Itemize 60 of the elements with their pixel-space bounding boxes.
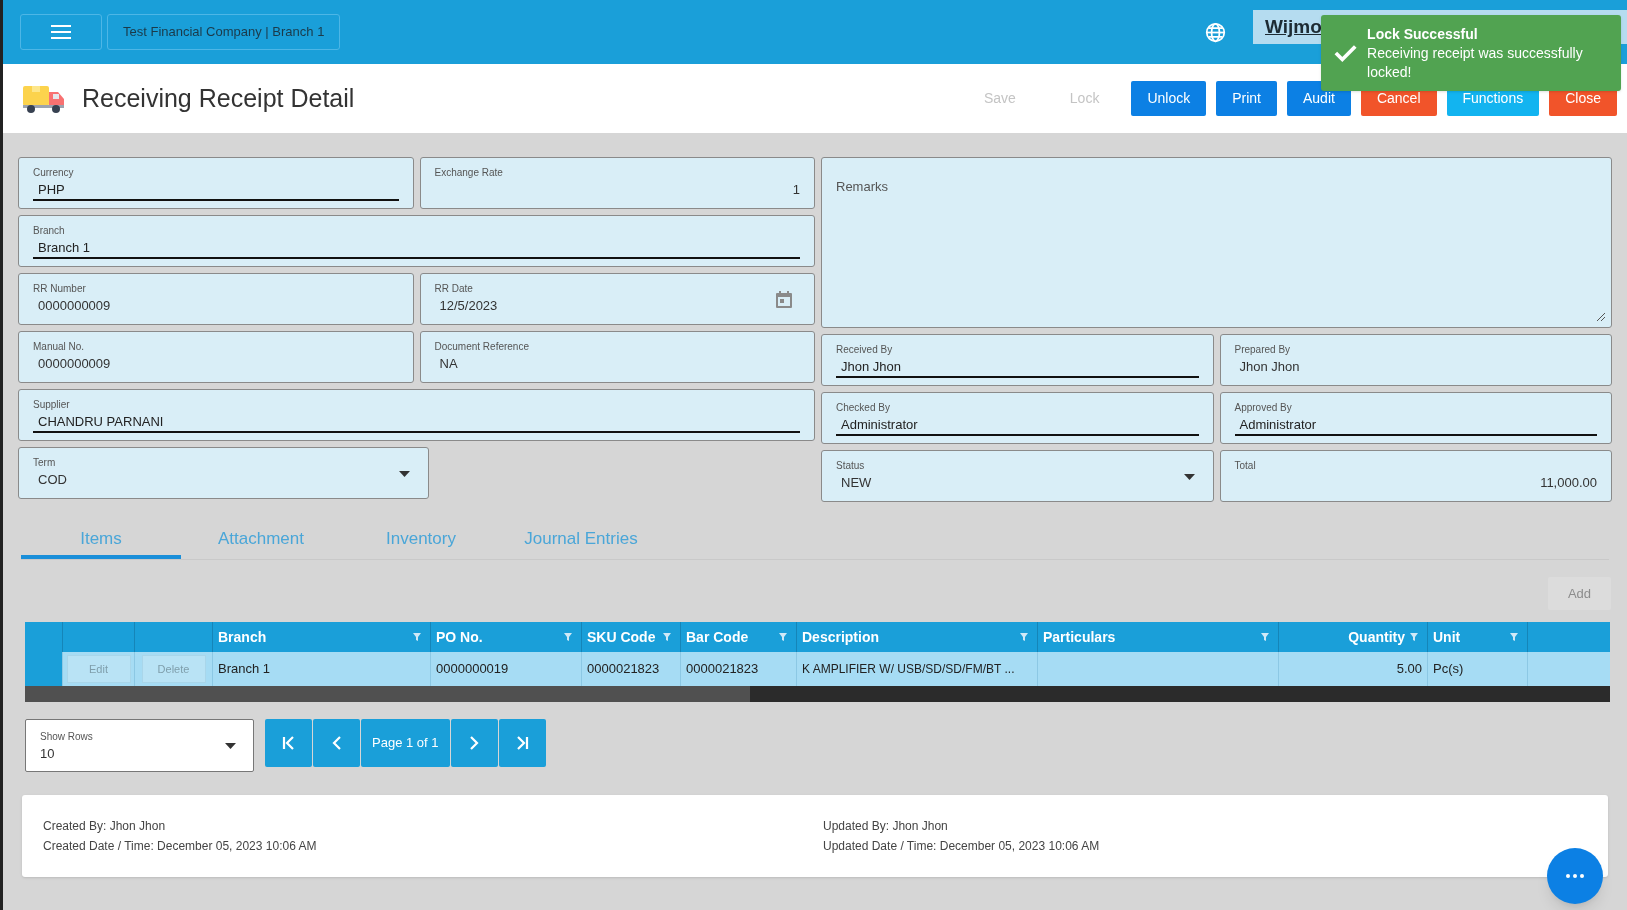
last-page-icon	[515, 736, 529, 750]
next-page-icon	[467, 736, 481, 750]
audit-text: Updated By: Jhon Jhon	[823, 818, 949, 835]
dropdown[interactable]: Show Rows 10	[25, 719, 254, 772]
last-page-button[interactable]	[498, 719, 546, 767]
filter-icon[interactable]	[413, 633, 421, 641]
page-title: Receiving Receipt Detail	[82, 82, 355, 114]
filter-icon[interactable]	[1410, 633, 1418, 641]
input-field[interactable]: Received By Jhon Jhon	[821, 334, 1214, 386]
first-page-button[interactable]	[265, 719, 312, 767]
dropdown[interactable]: Status NEW	[821, 450, 1214, 502]
input-field[interactable]: Approved By Administrator	[1219, 392, 1612, 444]
caret-icon	[398, 471, 410, 477]
row-button[interactable]: Delete	[141, 655, 206, 683]
date-field[interactable]: RR Date 12/5/2023	[419, 273, 815, 325]
input-field[interactable]: Document Reference NA	[419, 331, 815, 383]
more-icon	[1566, 874, 1584, 878]
input-field[interactable]: Prepared By Jhon Jhon	[1219, 334, 1612, 386]
toolbar-button[interactable]: Print	[1216, 81, 1277, 116]
dropdown[interactable]: Term COD	[18, 447, 429, 499]
company-button[interactable]: Test Financial Company | Branch 1	[107, 14, 341, 50]
menu-button[interactable]	[20, 14, 102, 50]
row-button[interactable]: Edit	[66, 655, 131, 683]
input-field[interactable]: Exchange Rate 1	[419, 157, 815, 209]
globe-icon[interactable]	[1205, 21, 1226, 43]
input-field[interactable]: Currency PHP	[18, 157, 414, 209]
page-indicator: Page 1 of 1	[361, 719, 450, 767]
input-field[interactable]: Branch Branch 1	[18, 215, 815, 267]
input-field[interactable]: Checked By Administrator	[821, 392, 1214, 444]
filter-icon[interactable]	[779, 633, 787, 641]
table-row[interactable]: Edit Delete Branch 1 0000000019 0000021823 0000021823 K AMPLIFIER W/ USB/SD/SD/FM/BT ... 5.00 Pc(s)	[25, 652, 1610, 686]
first-page-icon	[281, 736, 296, 750]
filter-icon[interactable]	[663, 633, 671, 641]
caret-icon	[225, 743, 236, 749]
truck-icon	[23, 83, 65, 114]
check-icon	[1334, 43, 1358, 63]
input-field[interactable]: RR Number 0000000009	[18, 273, 414, 325]
filter-icon[interactable]	[564, 633, 572, 641]
row-header[interactable]	[25, 652, 63, 686]
audit-text: Created Date / Time: December 05, 2023 10:06 AM	[43, 838, 318, 855]
menu-icon	[51, 25, 71, 39]
audit-text: Updated Date / Time: December 05, 2023 10:06 AM	[823, 838, 1100, 855]
input-field[interactable]: Supplier CHANDRU PARNANI	[18, 389, 815, 441]
toolbar-button[interactable]: Unlock	[1131, 81, 1207, 116]
filter-icon[interactable]	[1261, 633, 1269, 641]
filter-icon[interactable]	[1510, 633, 1518, 641]
input-field[interactable]: Manual No. 0000000009	[18, 331, 414, 383]
add-button[interactable]: Add	[1548, 577, 1611, 610]
toast-message: Receiving receipt was successfully locked!	[1367, 43, 1584, 82]
remarks-field[interactable]: Remarks	[821, 157, 1612, 328]
caret-icon	[1183, 474, 1195, 480]
filter-icon[interactable]	[1020, 633, 1028, 641]
audit-text: Created By: Jhon Jhon	[43, 818, 167, 835]
toast-title: Lock Successful	[1367, 24, 1479, 44]
more-button[interactable]	[1547, 848, 1603, 904]
input-field[interactable]: Total 11,000.00	[1219, 450, 1612, 502]
scrollbar[interactable]	[25, 686, 1610, 702]
resize-grip-icon	[1597, 313, 1605, 321]
next-page-button[interactable]	[450, 719, 498, 767]
calendar-icon	[776, 291, 792, 308]
